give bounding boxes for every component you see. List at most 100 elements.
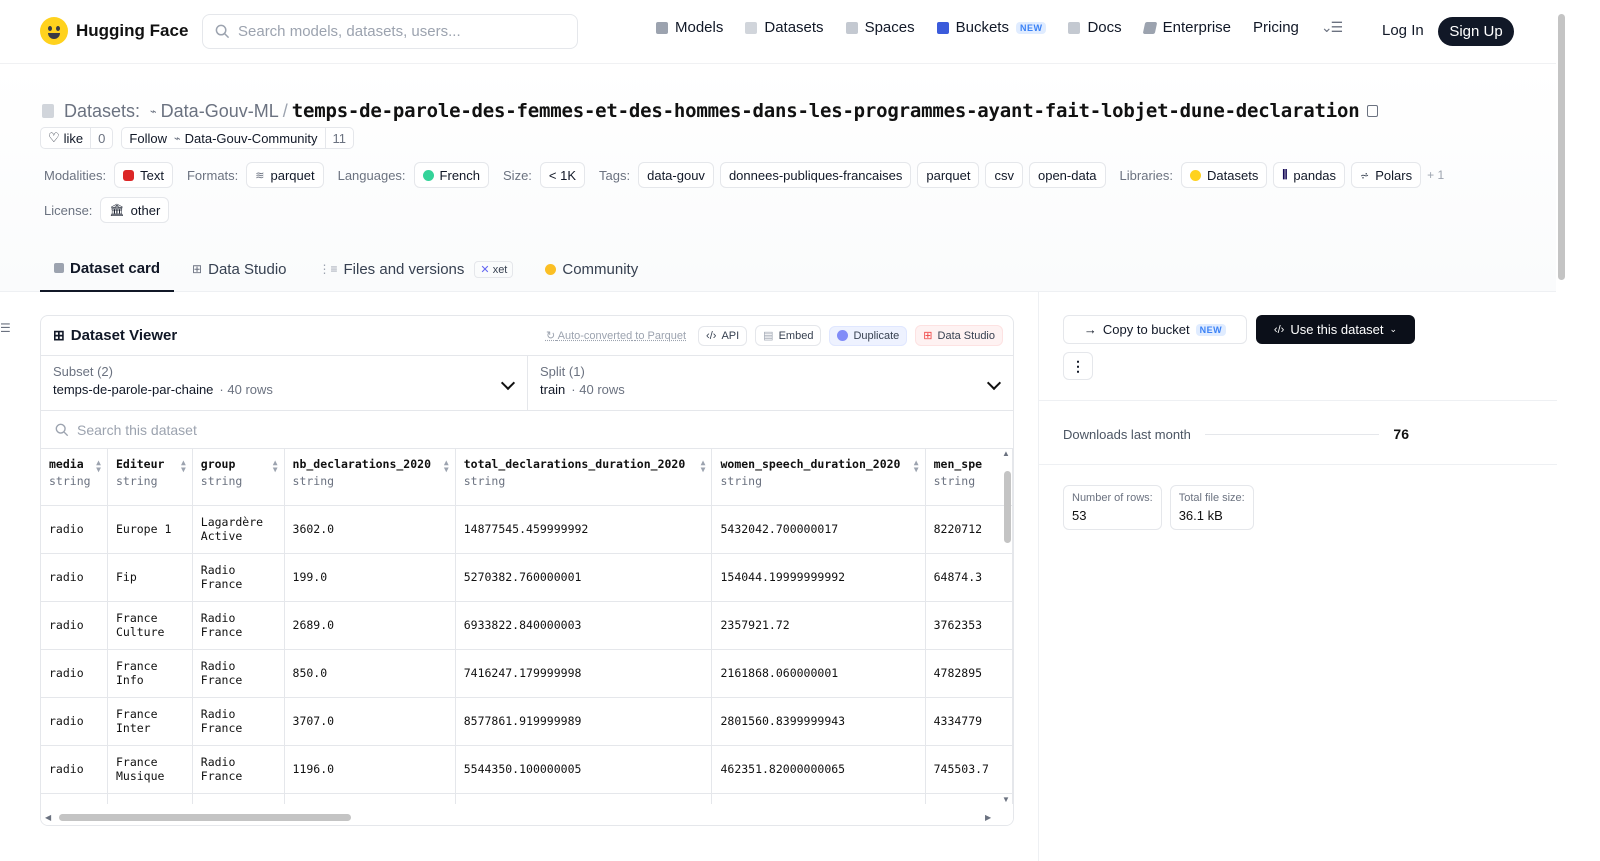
table-cell[interactable]: radio <box>41 745 108 794</box>
use-dataset-button[interactable]: ‹/› Use this dataset ⌄ <box>1256 315 1415 344</box>
table-cell[interactable]: radio <box>41 553 108 602</box>
nav-models[interactable]: Models <box>656 19 723 36</box>
login-link[interactable]: Log In <box>1382 22 1424 39</box>
global-search[interactable] <box>202 14 578 49</box>
table-cell[interactable]: Europe 1 <box>107 505 193 554</box>
table-cell[interactable]: Radio France <box>192 649 285 698</box>
nav-enterprise[interactable]: Enterprise <box>1142 19 1231 36</box>
table-cell[interactable]: 3602.0 <box>284 505 456 554</box>
nav-docs[interactable]: Docs <box>1068 19 1122 36</box>
column-header[interactable]: group string ▲ ▼ <box>192 449 285 506</box>
sort-icon[interactable]: ▲ ▼ <box>444 459 449 474</box>
table-cell[interactable]: 14877545.459999992 <box>455 505 713 554</box>
table-cell[interactable]: 8220712 <box>925 505 1013 554</box>
table-cell[interactable]: France Info <box>107 649 193 698</box>
nav-more-menu[interactable]: ⌄☰ <box>1321 19 1343 36</box>
duplicate-button[interactable]: Duplicate <box>829 325 908 346</box>
tab-community[interactable]: Community <box>531 246 652 292</box>
tag-item[interactable]: donnees-publiques-francaises <box>719 162 912 188</box>
scroll-up-icon[interactable]: ▲ <box>1002 449 1010 458</box>
table-cell[interactable]: Lagardère Active <box>192 505 285 554</box>
tag-modality[interactable]: Text <box>114 162 173 188</box>
table-cell[interactable]: 3707.0 <box>284 697 456 746</box>
table-cell[interactable]: 696198 <box>925 793 1013 804</box>
dataset-name[interactable]: temps-de-parole-des-femmes-et-des-hommes… <box>292 100 1360 122</box>
table-cell[interactable]: 5270382.760000001 <box>455 553 713 602</box>
table-cell[interactable]: Fip <box>107 553 193 602</box>
sidebar-toggle-icon[interactable]: ☰ <box>0 321 11 335</box>
table-cell[interactable]: 5544350.100000005 <box>455 745 713 794</box>
like-button[interactable]: ♡ like 0 <box>40 127 114 149</box>
table-cell[interactable]: radio <box>41 505 108 554</box>
tag-license[interactable]: 🏛︎ other <box>100 197 170 223</box>
tab-dataset-card[interactable]: Dataset card <box>40 246 175 292</box>
signup-button[interactable]: Sign Up <box>1438 17 1514 46</box>
table-cell[interactable]: 64874.3 <box>925 553 1013 602</box>
brand-logo[interactable]: Hugging Face <box>40 17 188 45</box>
tag-item[interactable]: parquet <box>917 162 980 188</box>
tag-language[interactable]: French <box>413 162 490 188</box>
column-header[interactable]: Editeur string ▲ ▼ <box>107 449 193 506</box>
column-header[interactable]: media string ▲ ▼ <box>41 449 108 506</box>
table-row[interactable]: radio France Culture Radio France 2689.0 693… <box>41 601 1013 650</box>
more-options-button[interactable]: ⋮ <box>1063 352 1093 380</box>
page-scroll-thumb[interactable] <box>1558 14 1565 280</box>
table-row[interactable]: radio Europe 1 Lagardère Active 3602.0 14877… <box>41 505 1013 554</box>
page-scrollbar[interactable] <box>1556 0 1568 845</box>
table-cell[interactable]: Radio France <box>192 601 285 650</box>
table-cell[interactable]: 462351.82000000065 <box>711 745 926 794</box>
vertical-scroll-thumb[interactable] <box>1004 471 1011 543</box>
tag-format[interactable]: ≋ parquet <box>246 162 324 188</box>
table-cell[interactable]: 6933822.840000003 <box>455 601 713 650</box>
split-select[interactable]: Split (1) train · 40 rows <box>527 356 1013 410</box>
nav-spaces[interactable]: Spaces <box>845 19 915 36</box>
datasets-prefix[interactable]: Datasets: <box>64 101 140 122</box>
table-cell[interactable]: Radio France <box>192 697 285 746</box>
table-cell[interactable]: radio <box>41 601 108 650</box>
auto-converted-link[interactable]: ↻ Auto-converted to Parquet <box>546 329 686 342</box>
sort-icon[interactable]: ▲ ▼ <box>181 459 186 474</box>
table-row[interactable]: radio France Musique Radio France 1196.0 554… <box>41 745 1013 794</box>
global-search-input[interactable] <box>238 23 558 40</box>
table-cell[interactable]: 2357921.72 <box>711 601 926 650</box>
table-cell[interactable]: 3762353 <box>925 601 1013 650</box>
column-header[interactable]: total_declarations_duration_2020 string ▲ ▼ <box>455 449 713 506</box>
table-cell[interactable]: 8577861.919999989 <box>455 697 713 746</box>
table-row[interactable]: radio France Info Radio France 850.0 7416247… <box>41 649 1013 698</box>
table-cell[interactable]: 2801560.8399999943 <box>711 697 926 746</box>
dataset-search[interactable] <box>41 411 1013 449</box>
tag-item[interactable]: data-gouv <box>638 162 714 188</box>
table-cell[interactable]: 4782895 <box>925 649 1013 698</box>
subset-select[interactable]: Subset (2) temps-de-parole-par-chaine · 4… <box>41 356 527 410</box>
sort-icon[interactable]: ▲ ▼ <box>914 459 919 474</box>
horizontal-scroll-thumb[interactable] <box>59 814 351 821</box>
library-polars[interactable]: ⩫ Polars <box>1351 162 1422 188</box>
copy-icon[interactable] <box>1367 105 1379 117</box>
table-row[interactable]: radio Fip Radio France 199.0 5270382.7600000… <box>41 553 1013 602</box>
table-cell[interactable]: Radio France <box>192 745 285 794</box>
library-datasets[interactable]: Datasets <box>1181 162 1268 188</box>
tag-size[interactable]: < 1K <box>539 162 586 188</box>
table-cell[interactable]: 745503.7 <box>925 745 1013 794</box>
sort-icon[interactable]: ▲ ▼ <box>701 459 706 474</box>
table-cell[interactable]: 262.0 <box>284 793 456 804</box>
table-cell[interactable]: radio <box>41 697 108 746</box>
tab-data-studio[interactable]: ⊞ Data Studio <box>178 246 300 292</box>
api-button[interactable]: ‹/› API <box>698 325 748 346</box>
table-cell[interactable]: radio <box>41 649 108 698</box>
column-header[interactable]: nb_declarations_2020 string ▲ ▼ <box>284 449 456 506</box>
embed-button[interactable]: ▤ Embed <box>755 325 822 346</box>
dataset-search-input[interactable] <box>77 421 477 438</box>
table-cell[interactable]: 1196.0 <box>284 745 456 794</box>
scroll-down-icon[interactable]: ▼ <box>1002 795 1010 804</box>
libraries-more[interactable]: + 1 <box>1427 168 1444 182</box>
table-cell[interactable]: 7416247.179999998 <box>455 649 713 698</box>
table-cell[interactable]: France Inter <box>107 697 193 746</box>
table-row[interactable]: radio France Inter Radio France 3707.0 85778… <box>41 697 1013 746</box>
table-cell[interactable]: 154044.19999999992 <box>711 553 926 602</box>
library-pandas[interactable]: ⫼ pandas <box>1273 162 1346 188</box>
table-cell[interactable]: 2161868.060000001 <box>711 649 926 698</box>
table-cell[interactable]: 1889994.2600000002 <box>455 793 713 804</box>
table-cell[interactable]: France Culture <box>107 601 193 650</box>
table-cell[interactable]: 199.0 <box>284 553 456 602</box>
